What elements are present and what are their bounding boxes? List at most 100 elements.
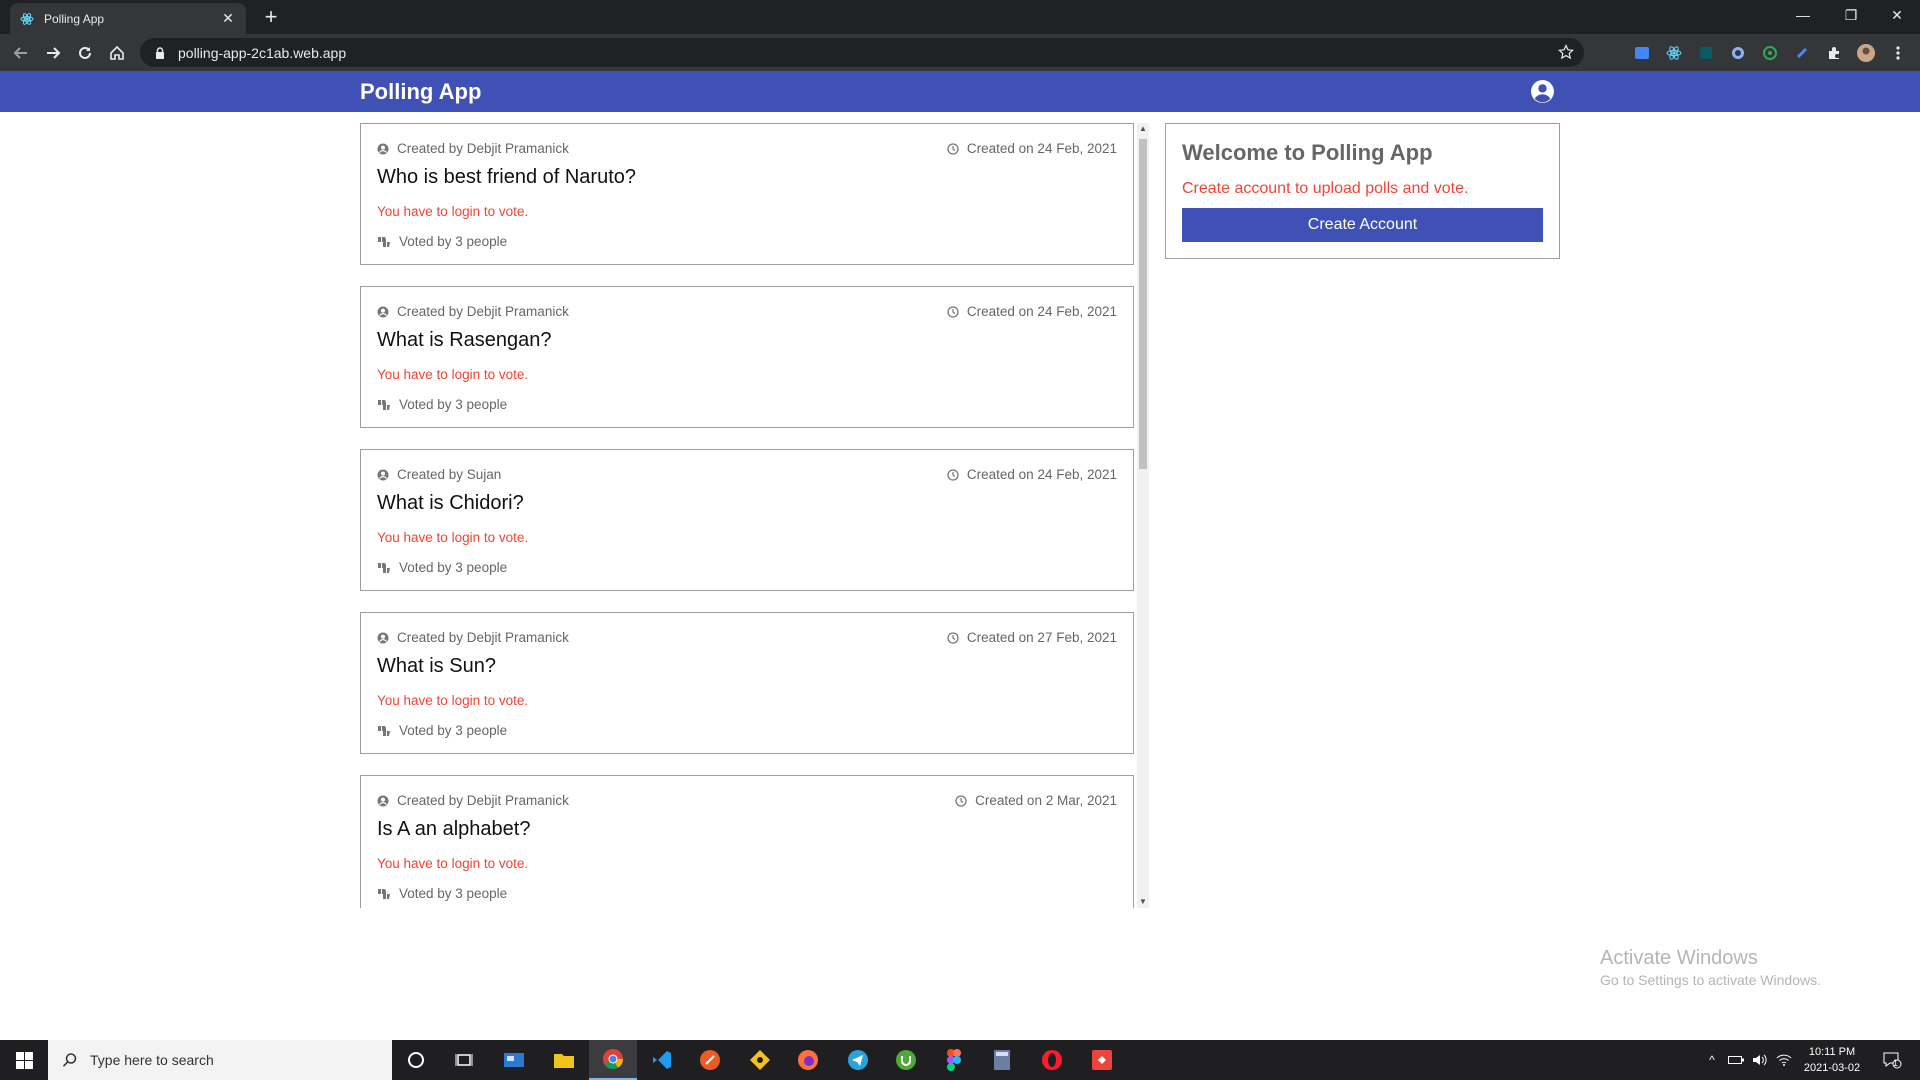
tray-expand-icon[interactable]: ^: [1700, 1040, 1724, 1080]
postman-icon[interactable]: [686, 1040, 734, 1080]
thumbs-up-down-icon: [378, 399, 390, 410]
welcome-description: Create account to upload polls and vote.: [1182, 180, 1469, 197]
url-text: polling-app-2c1ab.web.app: [178, 44, 347, 61]
user-circle-icon: [377, 469, 389, 480]
watermark-subtitle: Go to Settings to activate Windows.: [1600, 972, 1821, 988]
poll-card[interactable]: Created by Debjit Pramanick Created on 2…: [360, 612, 1134, 754]
battery-icon[interactable]: [1724, 1040, 1748, 1080]
lock-icon: [154, 46, 166, 59]
poll-votes: Voted by 3 people: [377, 397, 507, 412]
extension-teal-icon[interactable]: [1696, 43, 1716, 63]
chrome-taskbar-icon[interactable]: [589, 1040, 637, 1080]
browser-toolbar: polling-app-2c1ab.web.app: [0, 34, 1920, 71]
back-icon[interactable]: [8, 40, 34, 66]
volume-icon[interactable]: [1748, 1040, 1772, 1080]
telegram-icon[interactable]: [834, 1040, 882, 1080]
extensions-puzzle-icon[interactable]: [1824, 43, 1844, 63]
welcome-panel: Welcome to Polling App Create account to…: [1165, 123, 1560, 259]
thumbs-up-down-icon: [378, 725, 390, 736]
scroll-up-icon[interactable]: ▲: [1137, 123, 1149, 135]
poll-votes: Voted by 3 people: [377, 560, 507, 575]
poll-creator-text: Created by Debjit Pramanick: [397, 630, 569, 645]
clock-date: 2021-03-02: [1803, 1062, 1861, 1074]
poll-date: Created on 24 Feb, 2021: [947, 467, 1117, 482]
extension-green-icon[interactable]: [1760, 43, 1780, 63]
action-center-icon[interactable]: 1: [1872, 1040, 1912, 1080]
poll-question[interactable]: What is Sun?: [377, 655, 496, 678]
git-kraken-icon[interactable]: [736, 1040, 784, 1080]
poll-card[interactable]: Created by Debjit Pramanick Created on 2…: [360, 775, 1134, 908]
poll-question[interactable]: What is Rasengan?: [377, 329, 552, 352]
figma-icon[interactable]: [930, 1040, 978, 1080]
bookmark-star-icon[interactable]: [1558, 44, 1574, 65]
reload-icon[interactable]: [72, 40, 98, 66]
profile-avatar-icon[interactable]: [1856, 43, 1876, 63]
poll-question[interactable]: Is A an alphabet?: [377, 818, 530, 841]
address-bar[interactable]: polling-app-2c1ab.web.app: [140, 38, 1584, 67]
notification-count: 1: [1893, 1058, 1899, 1068]
browser-menu-icon[interactable]: [1888, 43, 1908, 63]
poll-creator: Created by Debjit Pramanick: [377, 630, 569, 645]
vscode-icon[interactable]: [638, 1040, 686, 1080]
clock-icon: [955, 794, 967, 807]
opera-icon[interactable]: [1028, 1040, 1076, 1080]
poll-votes-text: Voted by 3 people: [399, 886, 508, 901]
watermark-title: Activate Windows: [1600, 947, 1758, 969]
taskbar-search[interactable]: Type here to search: [48, 1040, 392, 1080]
poll-card[interactable]: Created by Sujan Created on 24 Feb, 2021…: [360, 449, 1134, 591]
poll-creator-text: Created by Debjit Pramanick: [397, 141, 569, 156]
forward-icon[interactable]: [40, 40, 66, 66]
home-icon[interactable]: [104, 40, 130, 66]
poll-creator-text: Created by Sujan: [397, 467, 502, 482]
react-favicon-icon: [20, 12, 34, 26]
minimize-icon[interactable]: —: [1780, 0, 1826, 30]
poll-list[interactable]: Created by Debjit Pramanick Created on 2…: [360, 123, 1134, 908]
app-brand[interactable]: Polling App: [360, 79, 481, 105]
poll-votes-text: Voted by 3 people: [399, 234, 508, 249]
anydesk-icon[interactable]: [1078, 1040, 1126, 1080]
scrollbar-thumb[interactable]: [1139, 139, 1147, 469]
extension-link-icon[interactable]: [1792, 43, 1812, 63]
poll-creator-text: Created by Debjit Pramanick: [397, 304, 569, 319]
poll-card[interactable]: Created by Debjit Pramanick Created on 2…: [360, 123, 1134, 265]
cortana-icon[interactable]: [392, 1040, 440, 1080]
poll-question[interactable]: What is Chidori?: [377, 492, 524, 515]
poll-date: Created on 27 Feb, 2021: [947, 630, 1117, 645]
poll-creator-text: Created by Debjit Pramanick: [397, 793, 569, 808]
user-circle-icon: [377, 143, 389, 154]
poll-list-scrollbar[interactable]: ▲ ▼: [1137, 123, 1149, 908]
poll-votes: Voted by 3 people: [377, 886, 507, 901]
react-devtools-icon[interactable]: [1664, 43, 1684, 63]
create-account-button[interactable]: Create Account: [1182, 208, 1543, 242]
login-to-vote-notice: You have to login to vote.: [377, 204, 529, 219]
scroll-down-icon[interactable]: ▼: [1137, 896, 1149, 908]
tab-title: Polling App: [44, 11, 105, 26]
translate-extension-icon[interactable]: [1632, 43, 1652, 63]
new-tab-button[interactable]: +: [258, 4, 284, 30]
window-close-icon[interactable]: ✕: [1874, 0, 1920, 30]
extension-blue-circle-icon[interactable]: [1728, 43, 1748, 63]
firefox-icon[interactable]: [784, 1040, 832, 1080]
browser-tab[interactable]: Polling App ✕: [10, 3, 246, 34]
poll-question[interactable]: Who is best friend of Naruto?: [377, 166, 636, 189]
poll-date-text: Created on 2 Mar, 2021: [975, 793, 1117, 808]
windows-start-icon[interactable]: [0, 1040, 48, 1080]
clock-icon: [947, 305, 959, 318]
user-circle-icon: [377, 632, 389, 643]
poll-date-text: Created on 24 Feb, 2021: [966, 141, 1117, 156]
taskbar-clock[interactable]: 10:11 PM 2021-03-02: [1796, 1044, 1868, 1076]
clock-icon: [947, 631, 959, 644]
photos-app-icon[interactable]: [490, 1040, 538, 1080]
file-explorer-icon[interactable]: [540, 1040, 588, 1080]
poll-votes: Voted by 3 people: [377, 723, 507, 738]
account-icon[interactable]: [1530, 79, 1555, 104]
utorrent-icon[interactable]: [882, 1040, 930, 1080]
poll-creator: Created by Debjit Pramanick: [377, 141, 569, 156]
login-to-vote-notice: You have to login to vote.: [377, 856, 529, 871]
calculator-icon[interactable]: [978, 1040, 1026, 1080]
tab-close-icon[interactable]: ✕: [220, 10, 236, 27]
wifi-icon[interactable]: [1772, 1040, 1796, 1080]
task-view-icon[interactable]: [440, 1040, 488, 1080]
poll-card[interactable]: Created by Debjit Pramanick Created on 2…: [360, 286, 1134, 428]
restore-icon[interactable]: ❐: [1828, 0, 1874, 30]
